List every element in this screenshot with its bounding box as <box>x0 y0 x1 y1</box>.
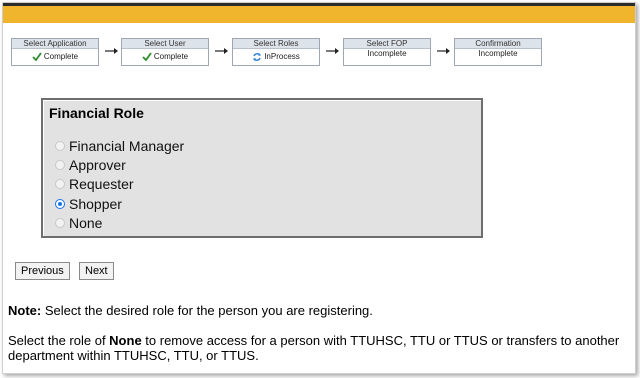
step-title: Select User <box>122 39 208 49</box>
step-title: Select Roles <box>233 39 319 49</box>
step-status: Complete <box>122 49 208 65</box>
role-radio-group: Financial Manager Approver Requester Sho… <box>55 136 184 232</box>
step-select-application: Select Application Complete <box>11 38 99 66</box>
step-title: Confirmation <box>455 39 541 49</box>
role-option-approver[interactable]: Approver <box>55 155 184 174</box>
sync-icon <box>253 53 262 61</box>
next-button[interactable]: Next <box>79 262 114 280</box>
step-title: Select FOP <box>344 39 430 49</box>
note-body: Select the desired role for the person y… <box>41 303 373 318</box>
radio-button[interactable] <box>55 159 65 170</box>
step-select-fop: Select FOP Incomplete <box>343 38 431 66</box>
step-status: Incomplete <box>455 49 541 65</box>
step-title: Select Application <box>12 39 98 49</box>
note-label: Note: <box>8 303 42 318</box>
arrow-right-icon <box>326 48 339 54</box>
arrow-right-icon <box>105 48 118 54</box>
step-status-text: InProcess <box>264 52 300 61</box>
role-option-shopper[interactable]: Shopper <box>55 194 184 213</box>
step-status: InProcess <box>233 49 319 65</box>
role-option-financial-manager[interactable]: Financial Manager <box>55 136 184 155</box>
step-status-text: Incomplete <box>367 49 407 58</box>
note-line2-bold: None <box>109 333 142 348</box>
step-status-text: Complete <box>43 52 79 61</box>
check-icon <box>32 52 42 62</box>
role-option-requester[interactable]: Requester <box>55 175 184 194</box>
step-status: Incomplete <box>344 49 430 65</box>
note-line2-pre: Select the role of <box>8 333 110 348</box>
arrow-right-icon <box>437 48 450 54</box>
arrow-right-icon <box>215 48 228 54</box>
role-option-label: Shopper <box>69 195 122 212</box>
none-role-note: Select the role of None to remove access… <box>8 333 633 363</box>
step-status-text: Complete <box>153 52 189 61</box>
check-icon <box>142 52 152 62</box>
financial-role-panel: Financial Role Financial Manager Approve… <box>41 98 483 238</box>
page-frame: Select Application Complete Select User … <box>2 2 636 374</box>
role-option-label: Requester <box>69 176 134 193</box>
header-bar <box>3 3 635 23</box>
step-select-user: Select User Complete <box>121 38 209 66</box>
radio-button[interactable] <box>55 140 65 151</box>
previous-button[interactable]: Previous <box>15 262 70 280</box>
header-bar-top-edge <box>3 3 635 6</box>
step-confirmation: Confirmation Incomplete <box>454 38 542 66</box>
note-text: Note: Select the desired role for the pe… <box>8 303 633 318</box>
role-option-none[interactable]: None <box>55 213 184 232</box>
role-option-label: Approver <box>69 156 126 173</box>
radio-button[interactable] <box>55 179 65 190</box>
step-select-roles: Select Roles InProcess <box>232 38 320 66</box>
radio-button[interactable] <box>55 217 65 228</box>
radio-button-selected[interactable] <box>55 198 65 209</box>
financial-role-title: Financial Role <box>49 105 144 121</box>
role-option-label: None <box>69 214 103 231</box>
role-option-label: Financial Manager <box>69 137 185 154</box>
step-status: Complete <box>12 49 98 65</box>
step-status-text: Incomplete <box>478 49 518 58</box>
